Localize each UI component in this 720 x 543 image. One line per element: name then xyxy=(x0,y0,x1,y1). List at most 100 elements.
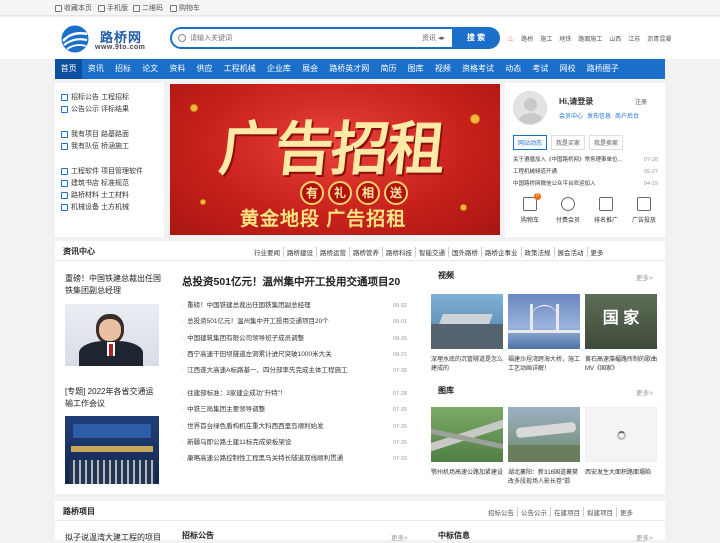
news-tab[interactable]: 展会活动 xyxy=(555,247,588,257)
list-item[interactable]: 世界首台绿色盾构机在重大科西西里岛顺利始发07-25 xyxy=(182,419,407,435)
nav-item[interactable]: 动态 xyxy=(500,59,527,79)
nav-item[interactable]: 图库 xyxy=(402,59,429,79)
quick-link[interactable]: 招标公告 工程招标 xyxy=(61,91,164,103)
qrcode-link[interactable]: 二维码 xyxy=(133,3,163,13)
cart-link[interactable]: 购物车 xyxy=(170,3,200,13)
list-item[interactable]: 中国建筑集团有限公司领导班子成员调整08-26 xyxy=(182,331,407,347)
project-tab-more[interactable]: 更多 xyxy=(617,507,636,517)
nav-item[interactable]: 路桥英才网 xyxy=(324,59,375,79)
news-tab[interactable]: 路桥建设 xyxy=(284,247,317,257)
quick-link[interactable]: 建筑书店 标准规范 xyxy=(61,177,164,189)
news-tab[interactable]: 政策法规 xyxy=(522,247,555,257)
list-item[interactable]: 中国路桥网微信公众平台欢迎加入 04-19 xyxy=(513,178,658,190)
nav-item-home[interactable]: 首页 xyxy=(55,59,83,79)
news-tab[interactable]: 路桥科技 xyxy=(383,247,416,257)
news-tab[interactable]: 国外路桥 xyxy=(449,247,482,257)
publish-link[interactable]: 发布信息 xyxy=(587,111,611,120)
list-item[interactable]: 住建部标准：3家建企成功"升特"！07-28 xyxy=(182,386,407,402)
project-tab[interactable]: 招标公告 xyxy=(485,507,518,517)
ad-shortcut[interactable]: 广告投放 xyxy=(627,197,661,224)
coin-decoration xyxy=(460,204,467,211)
news-list: 住建部标准：3家建企成功"升特"！07-28 中铁三局集团主要领导调整07-25… xyxy=(182,386,407,467)
nav-item[interactable]: 资讯 xyxy=(82,59,109,79)
hotword[interactable]: 路面施工 xyxy=(578,34,602,43)
merchant-link[interactable]: 商户后台 xyxy=(615,111,639,120)
login-prompt[interactable]: Hi,请登录 xyxy=(559,96,593,107)
nav-item[interactable]: 资料 xyxy=(164,59,191,79)
quick-links: 招标公告 工程招标 公告公示 评标结果 我有项目 路基路面 我有队伍 桥涵施工 … xyxy=(55,83,164,237)
project-tab[interactable]: 公告公示 xyxy=(518,507,551,517)
avatar[interactable] xyxy=(513,91,547,125)
nav-item[interactable]: 简历 xyxy=(375,59,402,79)
nav-item[interactable]: 考试 xyxy=(527,59,554,79)
list-item[interactable]: 重磅！中国铁建总裁出任国铁集团副总经理09-02 xyxy=(182,298,407,314)
news-card[interactable]: 重磅！中国铁建总裁出任国铁集团副总经理 xyxy=(65,273,161,297)
list-item[interactable]: 总投资501亿元！温州集中开工投用交通项目20个09-01 xyxy=(182,314,407,330)
hotword[interactable]: 路桥 xyxy=(521,34,533,43)
cart-icon xyxy=(170,4,177,12)
list-item[interactable]: 康略高速公路控制性工程黑马关特长隧道双线顺利贯通07-23 xyxy=(182,451,407,467)
nav-item[interactable]: 供应 xyxy=(191,59,218,79)
list-item[interactable]: 关于遵循加入《中国路桥网》常务理事单位... 07-28 xyxy=(513,154,658,166)
bid-more-link[interactable]: 更多> xyxy=(391,532,408,542)
search-button[interactable]: 搜 索 xyxy=(452,27,500,49)
list-item[interactable]: 江西遂大高速A标路基一、四分部率先完成主体工程施工07-28 xyxy=(182,363,407,379)
video-more-link[interactable]: 更多> xyxy=(636,272,653,282)
news-tab[interactable]: 智能交通 xyxy=(416,247,449,257)
news-tab[interactable]: 路桥运营 xyxy=(317,247,350,257)
tab-site-news[interactable]: 网站动态 xyxy=(513,135,548,150)
nav-item[interactable]: 企业库 xyxy=(261,59,296,79)
nav-item[interactable]: 论文 xyxy=(137,59,164,79)
mobile-link[interactable]: 手机版 xyxy=(98,3,128,13)
quick-link[interactable]: 公告公示 评标结果 xyxy=(61,103,164,115)
quick-link[interactable]: 我有队伍 桥涵施工 xyxy=(61,140,164,152)
nav-item[interactable]: 展会 xyxy=(297,59,324,79)
hotword[interactable]: 沥青混凝 xyxy=(647,34,671,43)
news-tab[interactable]: 路桥企事业 xyxy=(482,247,522,257)
member-center-link[interactable]: 会员中心 xyxy=(559,111,583,120)
tab-seller[interactable]: 我是卖家 xyxy=(589,135,624,150)
nav-item[interactable]: 网校 xyxy=(554,59,581,79)
vip-shortcut[interactable]: 付费会员 xyxy=(551,197,585,224)
hotword[interactable]: 江苏 xyxy=(628,34,640,43)
quick-link[interactable]: 工程软件 项目管理软件 xyxy=(61,165,164,177)
news-photo[interactable] xyxy=(65,304,159,366)
ad-banner[interactable]: 广告招租 有 礼 相 送 黄金地段 广告招租 xyxy=(170,84,500,235)
nav-item[interactable]: 资格考试 xyxy=(456,59,499,79)
project-tab[interactable]: 拟建项目 xyxy=(584,507,617,517)
news-tab[interactable]: 行业要闻 xyxy=(251,247,284,257)
logo-icon[interactable] xyxy=(60,25,90,53)
quick-link[interactable]: 机械设备 土方机械 xyxy=(61,201,164,213)
hotword[interactable]: 山西 xyxy=(609,34,621,43)
search-category-select[interactable]: 资讯 ◂▸ xyxy=(422,33,445,43)
register-link[interactable]: 注册 xyxy=(635,97,647,106)
nav-item[interactable]: 工程机械 xyxy=(218,59,261,79)
tab-buyer[interactable]: 我是买家 xyxy=(551,135,586,150)
hotword[interactable]: 地铁 xyxy=(559,34,571,43)
project-tab[interactable]: 在建项目 xyxy=(551,507,584,517)
search-icon xyxy=(178,34,186,42)
nav-item[interactable]: 视频 xyxy=(429,59,456,79)
list-item[interactable]: 新疆乌即公路土建11标完成梁板架设07-25 xyxy=(182,435,407,451)
list-item[interactable]: 西宁高速干田坝隧道左洞累计进尺突破1000米大关08-21 xyxy=(182,347,407,363)
bookmark-link[interactable]: 收藏本页 xyxy=(55,3,92,13)
list-item[interactable]: 工程机械频道开通 05-27 xyxy=(513,166,658,178)
nav-item[interactable]: 招标 xyxy=(109,59,136,79)
news-photo[interactable] xyxy=(65,416,159,484)
gallery-more-link[interactable]: 更多> xyxy=(636,387,653,397)
list-item[interactable]: 中铁三局集团主要领导调整07-25 xyxy=(182,402,407,418)
news-card[interactable]: [专题] 2022年各省交通运输工作会议 xyxy=(65,386,161,410)
news-tab-more[interactable]: 更多 xyxy=(588,247,607,257)
quick-link[interactable]: 我有项目 路基路面 xyxy=(61,128,164,140)
hotword[interactable]: 施工 xyxy=(540,34,552,43)
cart-badge: 0 xyxy=(534,193,541,200)
rank-shortcut[interactable]: 排名推广 xyxy=(589,197,623,224)
project-card[interactable]: 拟子说温湾大建工程的项目 xyxy=(65,532,161,543)
cart-shortcut[interactable]: 0 购物车 xyxy=(513,193,547,224)
news-tab[interactable]: 路桥管养 xyxy=(350,247,383,257)
quick-link[interactable]: 路桥材料 土工材料 xyxy=(61,189,164,201)
nav-item[interactable]: 路桥圈子 xyxy=(581,59,624,79)
search-input[interactable] xyxy=(190,31,390,45)
top-headline[interactable]: 总投资501亿元！温州集中开工投用交通项目20 xyxy=(182,274,400,289)
award-more-link[interactable]: 更多> xyxy=(636,532,653,542)
